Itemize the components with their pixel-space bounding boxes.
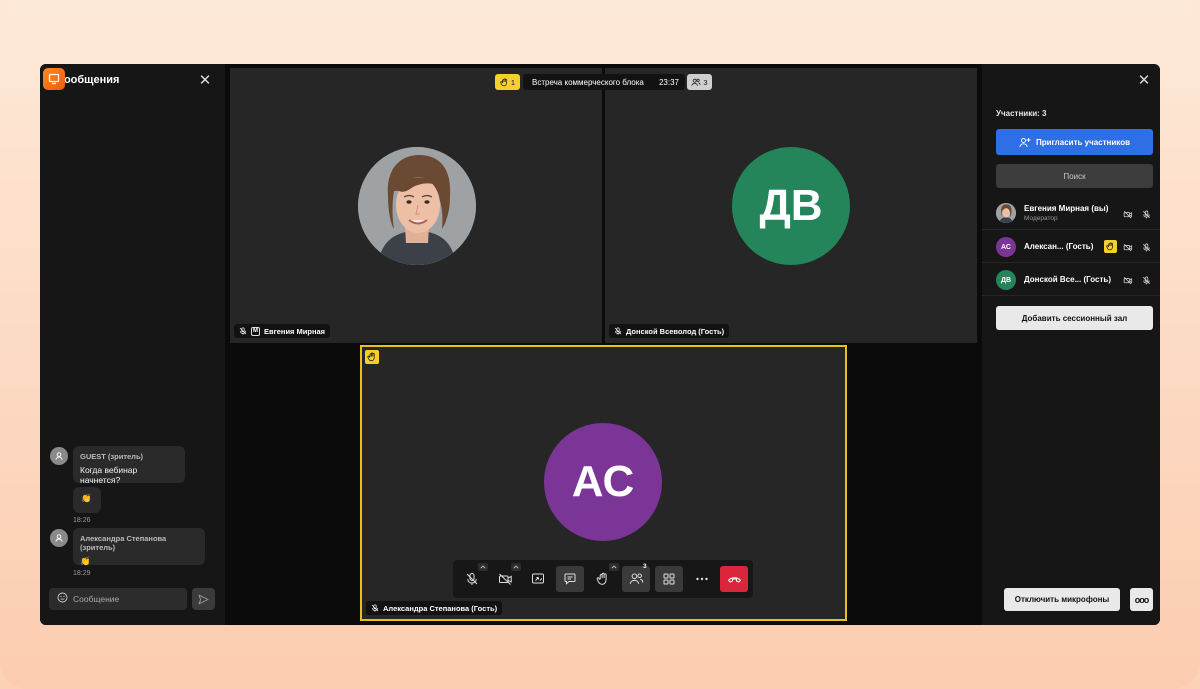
- participants-chip[interactable]: 3: [687, 74, 712, 90]
- hangup-icon: [727, 577, 741, 583]
- share-screen-icon: [532, 573, 544, 584]
- hand-icon: [596, 572, 607, 585]
- message-text: 👏: [81, 493, 92, 503]
- add-user-icon: [1019, 137, 1031, 147]
- chat-title: Сообщения: [56, 74, 120, 86]
- camera-off-icon[interactable]: [1122, 241, 1134, 253]
- hangup-button[interactable]: [720, 566, 748, 592]
- avatar: [996, 203, 1016, 223]
- participants-count: 3: [703, 77, 708, 87]
- video-tile: M Евгения Мирная: [230, 68, 602, 343]
- hand-icon: [500, 77, 507, 86]
- video-tile: ДВ Донской Всеволод (Гость): [605, 68, 977, 343]
- chat-icon: [564, 573, 576, 585]
- call-toolbar: 3: [453, 560, 753, 598]
- chat-toggle-button[interactable]: [556, 566, 584, 592]
- message-author: GUEST (зритель): [80, 452, 144, 461]
- participants-panel: ✕ Участники: 3 Пригласить участников Пои…: [982, 64, 1160, 625]
- message-author: Александра Степанова (зритель): [80, 534, 167, 552]
- message-time: 18:26: [73, 517, 91, 524]
- chat-message: Александра Степанова (зритель) 👏: [73, 528, 205, 566]
- participant-name-tag: Александра Степанова (Гость): [366, 601, 503, 615]
- emoji-icon[interactable]: [57, 590, 68, 608]
- meeting-timer: 23:37: [658, 77, 679, 87]
- raised-hands-count: 1: [510, 77, 516, 87]
- avatar: [50, 447, 68, 465]
- participants-icon: [691, 78, 701, 86]
- participants-title: Участники: 3: [996, 109, 1047, 118]
- participant-avatar: ДВ: [732, 147, 850, 265]
- invite-participants-button[interactable]: Пригласить участников: [996, 129, 1153, 155]
- close-chat-icon[interactable]: ✕: [198, 73, 212, 88]
- participant-name-tag: Донской Всеволод (Гость): [609, 324, 730, 338]
- message-text: 👏: [80, 556, 91, 566]
- hand-icon: [1106, 242, 1113, 251]
- meeting-title-bar: Встреча коммерческого блока 23:37: [523, 74, 685, 90]
- send-button[interactable]: [192, 588, 215, 610]
- message-input[interactable]: [73, 594, 173, 604]
- mic-off-icon[interactable]: [1140, 208, 1152, 220]
- mic-options-button[interactable]: [478, 563, 488, 571]
- mic-off-icon: [239, 327, 247, 335]
- app-logo-icon: [43, 68, 65, 90]
- chevron-up-icon: [513, 565, 519, 569]
- participant-name: Донской Все... (Гость): [1024, 275, 1111, 284]
- camera-off-icon[interactable]: [1122, 274, 1134, 286]
- mic-off-icon: [371, 604, 379, 612]
- participant-name: Алексан... (Гость): [1024, 242, 1094, 251]
- more-options-button[interactable]: [688, 566, 716, 592]
- participant-name-tag: M Евгения Мирная: [234, 324, 331, 338]
- conference-app: Сообщения ✕ GUEST (зритель) Когда вебина…: [40, 64, 1160, 625]
- mic-off-icon[interactable]: [1140, 241, 1152, 253]
- participant-name: Евгения Мирная (вы): [1024, 204, 1109, 213]
- reactions-options-button[interactable]: [609, 563, 619, 571]
- share-screen-button[interactable]: [524, 566, 552, 592]
- mic-off-icon: [614, 327, 622, 335]
- mic-off-icon: [466, 573, 478, 585]
- message-time: 18:29: [73, 570, 91, 577]
- participant-row[interactable]: АС Алексан... (Гость): [982, 230, 1160, 263]
- more-icon: [696, 577, 708, 581]
- hand-raised-indicator: [1104, 240, 1117, 253]
- participant-role: Модератор: [1024, 215, 1058, 222]
- avatar: АС: [996, 237, 1016, 257]
- add-breakout-room-button[interactable]: Добавить сессионный зал: [996, 306, 1153, 330]
- participant-photo: [358, 147, 476, 265]
- layout-grid-button[interactable]: [655, 566, 683, 592]
- chat-panel: Сообщения ✕ GUEST (зритель) Когда вебина…: [40, 64, 225, 625]
- chevron-up-icon: [480, 565, 486, 569]
- avatar: [50, 529, 68, 547]
- camera-off-icon[interactable]: [1122, 208, 1134, 220]
- meeting-title: Встреча коммерческого блока: [532, 77, 644, 87]
- invite-label: Пригласить участников: [1035, 137, 1130, 147]
- close-participants-icon[interactable]: ✕: [1137, 73, 1151, 88]
- chevron-up-icon: [611, 565, 617, 569]
- chat-input-box[interactable]: [49, 588, 187, 610]
- chat-message: GUEST (зритель) Когда вебинар начнется?: [73, 446, 185, 485]
- raised-hands-chip[interactable]: 1: [495, 74, 520, 90]
- hand-icon: [367, 352, 375, 362]
- chat-message: 👏: [73, 487, 101, 513]
- grid-icon: [663, 573, 675, 585]
- send-icon: [198, 594, 209, 604]
- panel-more-button[interactable]: ооо: [1130, 588, 1153, 611]
- participant-name: Донской Всеволод (Гость): [626, 326, 725, 336]
- moderator-badge: M: [251, 326, 260, 336]
- participants-icon: [629, 573, 643, 585]
- message-text: Когда вебинар начнется?: [80, 465, 138, 485]
- hand-raised-indicator: [365, 350, 379, 364]
- participant-row[interactable]: Евгения Мирная (вы) Модератор: [982, 197, 1160, 230]
- mute-all-button[interactable]: Отключить микрофоны: [1004, 588, 1120, 611]
- avatar: ДВ: [996, 270, 1016, 290]
- participant-name: Александра Степанова (Гость): [383, 603, 498, 613]
- participant-avatar: АС: [544, 423, 662, 541]
- participant-row[interactable]: ДВ Донской Все... (Гость): [982, 263, 1160, 296]
- participants-badge: 3: [643, 563, 647, 570]
- participant-name: Евгения Мирная: [264, 326, 326, 336]
- participants-search-input[interactable]: Поиск: [996, 164, 1153, 188]
- mic-off-icon[interactable]: [1140, 274, 1152, 286]
- camera-off-icon: [498, 573, 512, 585]
- camera-options-button[interactable]: [511, 563, 521, 571]
